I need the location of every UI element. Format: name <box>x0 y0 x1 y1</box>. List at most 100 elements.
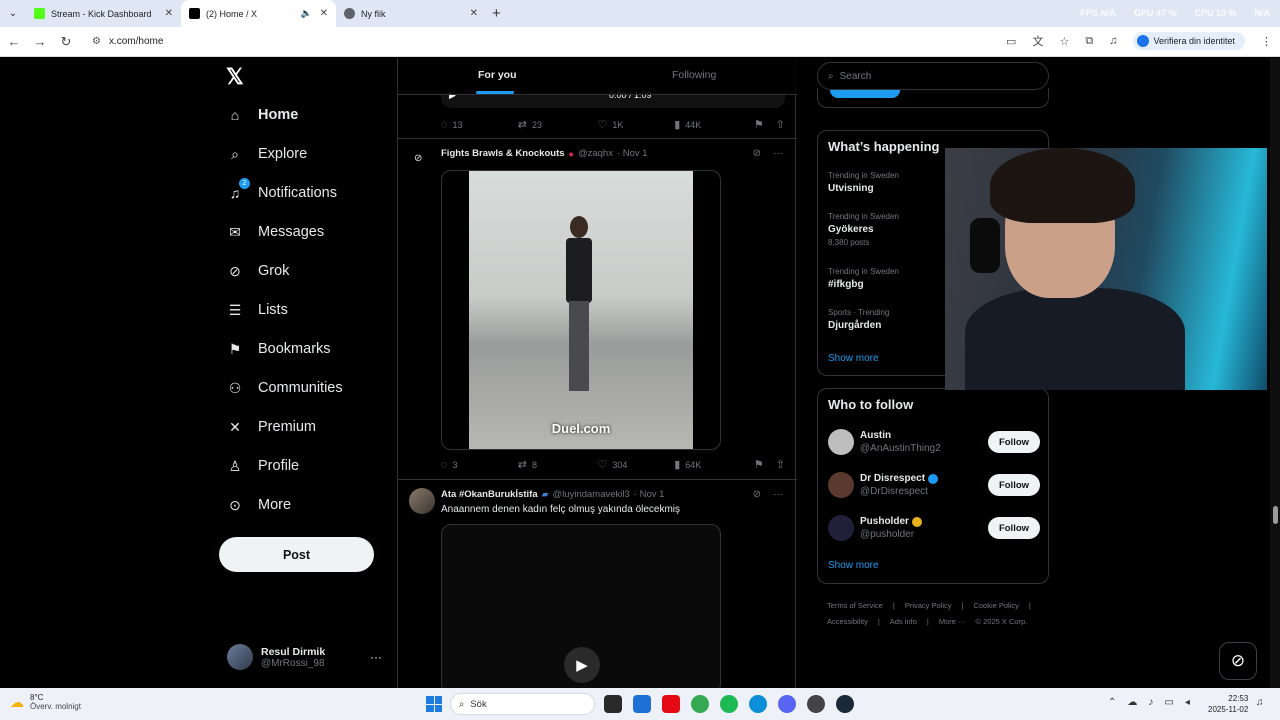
translate-icon[interactable]: 文 <box>1032 33 1043 49</box>
grok-icon[interactable]: ⊘ <box>753 489 761 500</box>
tweet-author-handle[interactable]: @zaqhx <box>578 148 613 159</box>
chevron-up-icon[interactable]: ⌃ <box>1108 697 1116 708</box>
close-tab-icon[interactable]: ✕ <box>470 8 478 19</box>
back-icon[interactable]: ← <box>2 34 26 49</box>
nav-more[interactable]: ⊙ More <box>226 496 291 514</box>
more-icon[interactable]: ··· <box>773 489 783 500</box>
follow-suggestion[interactable]: Austin @AnAustinThing2 Follow <box>828 427 1040 457</box>
bookmark-button[interactable]: ⚑ <box>754 458 764 471</box>
show-more-link[interactable]: Show more <box>828 353 879 364</box>
nav-profile[interactable]: ♙ Profile <box>226 457 299 475</box>
trend-item[interactable]: Sports · Trending Djurgården <box>828 308 889 331</box>
nav-explore[interactable]: ⌕ Explore <box>226 145 307 163</box>
store-icon[interactable] <box>633 695 651 713</box>
steam-icon[interactable] <box>836 695 854 713</box>
post-button[interactable]: Post <box>219 537 374 572</box>
obs-icon[interactable] <box>807 695 825 713</box>
bookmark-button[interactable]: ⚑ <box>754 118 764 131</box>
account-more-icon[interactable]: ··· <box>370 650 382 664</box>
tweet-author-handle[interactable]: @luyindamavekil3 <box>553 489 630 500</box>
ads-info-link[interactable]: Ads info <box>890 617 917 626</box>
page-scrollbar[interactable] <box>1270 58 1280 688</box>
menu-icon[interactable]: ⋮ <box>1261 35 1272 48</box>
spotify-icon[interactable] <box>720 695 738 713</box>
trend-item[interactable]: Trending in Sweden Gyökeres 8,380 posts <box>828 212 899 247</box>
notification-bell-icon[interactable]: ♫ <box>1256 697 1264 708</box>
trend-item[interactable]: Trending in Sweden #ifkgbg <box>828 267 899 290</box>
media-control-icon[interactable]: ♫ <box>1109 35 1117 47</box>
close-tab-icon[interactable]: ✕ <box>165 8 173 19</box>
scrollbar-thumb[interactable] <box>1273 506 1278 524</box>
follow-button[interactable]: Follow <box>988 431 1040 453</box>
like-button[interactable]: ♡ 304 <box>597 458 674 471</box>
like-button[interactable]: ♡ 1K <box>597 118 674 131</box>
volume-icon[interactable]: ◂ <box>1185 697 1190 708</box>
tweet-author-name[interactable]: Ata #OkanBurukİstifa <box>441 489 538 500</box>
nav-lists[interactable]: ☰ Lists <box>226 301 288 319</box>
address-bar[interactable]: ⚙ x.com/home <box>92 36 163 47</box>
chrome-icon[interactable] <box>691 695 709 713</box>
reply-button[interactable]: ◌ 13 <box>441 119 518 131</box>
privacy-link[interactable]: Privacy Policy <box>905 601 952 610</box>
reload-icon[interactable]: ↻ <box>54 34 78 50</box>
reply-button[interactable]: ◌ 3 <box>441 459 518 471</box>
tab-for-you[interactable]: For you <box>478 69 517 81</box>
nav-communities[interactable]: ⚇ Communities <box>226 379 343 397</box>
netflix-icon[interactable] <box>662 695 680 713</box>
extensions-icon[interactable]: ⧉ <box>1085 35 1093 48</box>
x-logo-icon[interactable]: 𝕏 <box>226 64 244 90</box>
avatar[interactable] <box>409 488 435 514</box>
weather-widget[interactable]: ☁ 8°C Överv. molnigt <box>10 693 81 711</box>
play-icon[interactable]: ▶ <box>564 647 600 683</box>
verify-identity-button[interactable]: Verifiera din identitet <box>1133 32 1245 50</box>
accessibility-link[interactable]: Accessibility <box>827 617 868 626</box>
network-icon[interactable]: ▭ <box>1164 697 1173 708</box>
repost-button[interactable]: ⇄ 23 <box>518 118 598 131</box>
tab-following[interactable]: Following <box>672 69 716 81</box>
tab-new[interactable]: Ny flik ✕ <box>336 0 486 27</box>
nav-bookmarks[interactable]: ⚑ Bookmarks <box>226 340 331 358</box>
microphone-icon[interactable]: ♪ <box>1148 697 1153 708</box>
new-tab-icon[interactable]: + <box>492 5 501 22</box>
nav-messages[interactable]: ✉ Messages <box>226 223 324 241</box>
share-button[interactable]: ⇧ <box>776 118 785 131</box>
tweet-date[interactable]: · Nov 1 <box>634 489 665 500</box>
follow-button[interactable]: Follow <box>988 474 1040 496</box>
nav-premium[interactable]: ✕ Premium <box>226 418 316 436</box>
cloud-icon[interactable]: ☁ <box>1127 697 1137 708</box>
grok-fab-icon[interactable]: ⊘ <box>1219 642 1257 680</box>
views-button[interactable]: ▮ 64K <box>674 458 754 471</box>
account-switcher[interactable]: Resul Dirmik @MrRossi_98 <box>227 644 325 670</box>
nav-notifications[interactable]: ♫ 2 Notifications <box>226 178 337 202</box>
trend-item[interactable]: Trending in Sweden Utvisning <box>828 171 899 194</box>
follow-button[interactable]: Follow <box>988 517 1040 539</box>
discord-icon[interactable] <box>778 695 796 713</box>
grok-icon[interactable]: ⊘ <box>753 148 761 159</box>
cookie-link[interactable]: Cookie Policy <box>973 601 1018 610</box>
nav-home[interactable]: ⌂ Home <box>226 106 299 124</box>
nav-grok[interactable]: ⊘ Grok <box>226 262 289 280</box>
show-more-link[interactable]: Show more <box>828 560 879 571</box>
share-button[interactable]: ⇧ <box>776 458 785 471</box>
windows-start-icon[interactable] <box>426 696 442 712</box>
views-button[interactable]: ▮ 44K <box>674 118 754 131</box>
follow-suggestion[interactable]: Pusholder @pusholder Follow <box>828 513 1040 543</box>
tab-kick-dashboard[interactable]: Stream - Kick Dashboard ✕ <box>26 0 181 27</box>
tab-x-home[interactable]: (2) Home / X 🔈 ✕ <box>181 0 336 27</box>
task-view-icon[interactable] <box>604 695 622 713</box>
site-info-icon[interactable]: ⚙ <box>92 36 101 47</box>
forward-icon[interactable]: → <box>28 34 52 49</box>
more-link[interactable]: More ··· <box>939 617 966 626</box>
bookmark-star-icon[interactable]: ☆ <box>1059 35 1069 48</box>
clock[interactable]: 22:53 2025-11-02 <box>1208 693 1248 715</box>
tweet-author-name[interactable]: Fights Brawls & Knockouts <box>441 148 565 159</box>
tweet-video[interactable]: Duel.com <box>441 170 721 450</box>
taskbar-search[interactable]: ⌕ Sök <box>450 693 595 715</box>
tweet-date[interactable]: · Nov 1 <box>617 148 648 159</box>
close-tab-icon[interactable]: ✕ <box>320 8 328 19</box>
search-input[interactable]: ⌕ Search <box>817 62 1049 90</box>
follow-suggestion[interactable]: Dr Disrespect @DrDisrespect Follow <box>828 470 1040 500</box>
repost-button[interactable]: ⇄ 8 <box>518 458 598 471</box>
speaker-icon[interactable]: 🔈 <box>301 8 312 19</box>
terms-link[interactable]: Terms of Service <box>827 601 883 610</box>
